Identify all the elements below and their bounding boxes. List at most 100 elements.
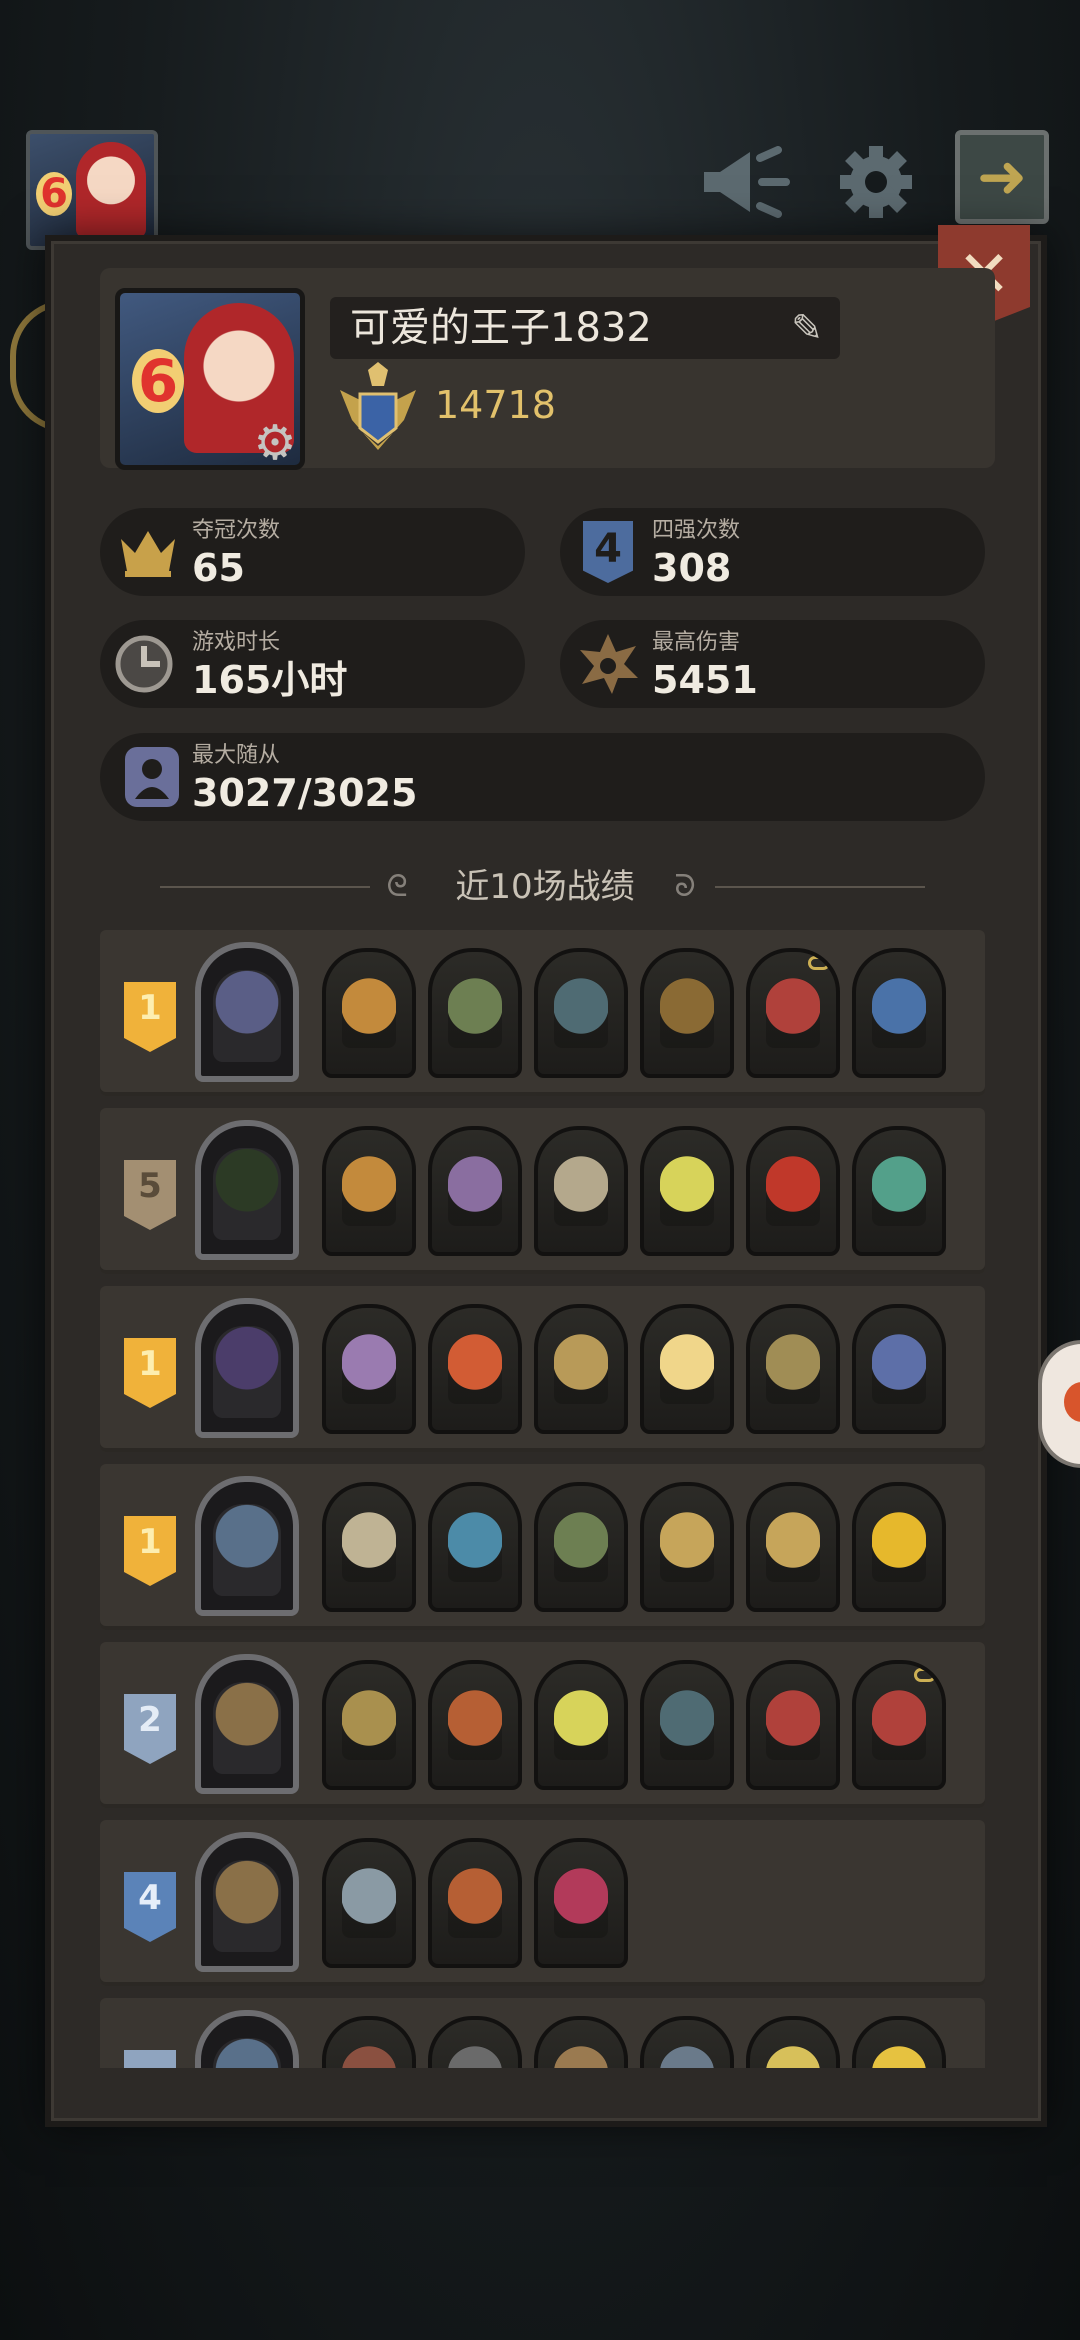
minion-figure <box>448 1512 502 1582</box>
minion-card[interactable] <box>746 948 840 1078</box>
match-row[interactable]: 1 <box>100 930 985 1096</box>
hero-portrait <box>195 1476 299 1616</box>
minion-card[interactable] <box>640 2016 734 2068</box>
minion-figure <box>872 978 926 1048</box>
horn-icon[interactable] <box>698 140 794 224</box>
golden-ring-icon <box>914 1668 936 1682</box>
minion-figure <box>342 1868 396 1938</box>
minion-card[interactable] <box>534 948 628 1078</box>
minion-card[interactable] <box>428 1660 522 1790</box>
minion-card[interactable] <box>534 1660 628 1790</box>
minion-figure <box>660 1334 714 1404</box>
stat-label: 最高伤害 <box>652 630 741 655</box>
match-row[interactable]: 4 <box>100 1820 985 1986</box>
minion-card[interactable] <box>640 948 734 1078</box>
minion-card[interactable] <box>322 1304 416 1434</box>
minion-card[interactable] <box>322 1660 416 1790</box>
stat-championships: 夺冠次数 65 <box>100 508 525 596</box>
minion-card[interactable] <box>322 1482 416 1612</box>
minion-card[interactable] <box>852 948 946 1078</box>
placement-badge: 1 <box>124 1516 176 1586</box>
match-history-list[interactable]: 1 5 1 1 2 4 <box>100 930 985 2068</box>
match-row[interactable]: 1 <box>100 1286 985 1452</box>
minion-figure <box>554 1156 608 1226</box>
minion-card[interactable] <box>428 1482 522 1612</box>
minion-figure <box>342 978 396 1048</box>
minion-card[interactable] <box>534 1482 628 1612</box>
exit-button[interactable]: ➜ <box>955 130 1049 224</box>
placement-badge <box>124 2050 176 2068</box>
hero-figure <box>213 1504 281 1596</box>
minion-card[interactable] <box>852 1126 946 1256</box>
minion-figure <box>448 1868 502 1938</box>
minion-figure <box>766 2046 820 2068</box>
top4-badge-icon: 4 <box>576 520 640 584</box>
minion-figure <box>554 2046 608 2068</box>
minion-card[interactable] <box>852 1660 946 1790</box>
minion-figure <box>660 978 714 1048</box>
stat-max-minions: 最大随从 3027/3025 <box>100 733 985 821</box>
minion-card[interactable] <box>534 1304 628 1434</box>
minion-card[interactable] <box>746 1482 840 1612</box>
minion-figure <box>872 1690 926 1760</box>
stat-value: 3027/3025 <box>192 771 418 815</box>
minion-card[interactable] <box>534 2016 628 2068</box>
minion-card[interactable] <box>746 1304 840 1434</box>
match-row[interactable]: 5 <box>100 1108 985 1274</box>
gear-icon[interactable] <box>828 140 924 224</box>
minion-card[interactable] <box>322 1838 416 1968</box>
hero-figure <box>213 1326 281 1418</box>
player-level-badge: 6 <box>36 172 72 216</box>
edit-pencil-icon[interactable]: ✎ <box>785 306 829 350</box>
avatar-settings-icon[interactable]: ⚙ <box>250 418 300 468</box>
minion-figure <box>554 1690 608 1760</box>
minion-card[interactable] <box>322 1126 416 1256</box>
minion-card[interactable] <box>746 2016 840 2068</box>
match-row[interactable] <box>100 1998 985 2068</box>
minion-card[interactable] <box>428 1304 522 1434</box>
placement-badge: 4 <box>124 1872 176 1942</box>
minion-card[interactable] <box>746 1660 840 1790</box>
minion-figure <box>554 978 608 1048</box>
stat-label: 游戏时长 <box>192 630 281 655</box>
minion-card[interactable] <box>746 1126 840 1256</box>
minion-card[interactable] <box>322 948 416 1078</box>
hero-portrait <box>195 942 299 1082</box>
minion-card[interactable] <box>322 2016 416 2068</box>
minion-card[interactable] <box>852 1482 946 1612</box>
minion-card[interactable] <box>428 1126 522 1256</box>
minion-card[interactable] <box>534 1838 628 1968</box>
minion-figure <box>448 978 502 1048</box>
hero-portrait <box>195 1832 299 1972</box>
rank-emblem-icon <box>330 360 426 452</box>
minion-card[interactable] <box>534 1126 628 1256</box>
minion-figure <box>342 1690 396 1760</box>
burst-icon <box>576 632 640 696</box>
minion-card[interactable] <box>640 1660 734 1790</box>
minion-card[interactable] <box>640 1304 734 1434</box>
match-row[interactable]: 2 <box>100 1642 985 1808</box>
minion-figure <box>872 1512 926 1582</box>
minion-card[interactable] <box>852 1304 946 1434</box>
minion-figure <box>554 1512 608 1582</box>
minion-card[interactable] <box>640 1482 734 1612</box>
minion-card[interactable] <box>640 1126 734 1256</box>
divider-line <box>715 886 925 888</box>
minion-card[interactable] <box>428 2016 522 2068</box>
player-avatar-button[interactable]: 6 <box>26 130 158 250</box>
clock-icon <box>112 632 176 696</box>
minion-card[interactable] <box>852 2016 946 2068</box>
avatar-portrait <box>76 142 146 238</box>
minion-figure <box>766 1690 820 1760</box>
minion-card[interactable] <box>428 1838 522 1968</box>
match-row[interactable]: 1 <box>100 1464 985 1630</box>
minion-figure <box>766 978 820 1048</box>
hero-portrait <box>195 1298 299 1438</box>
minion-figure <box>766 1334 820 1404</box>
stat-value: 5451 <box>652 658 758 702</box>
minion-figure <box>554 1334 608 1404</box>
minion-figure <box>872 2046 926 2068</box>
minion-card[interactable] <box>428 948 522 1078</box>
placement-badge: 5 <box>124 1160 176 1230</box>
divider-line <box>160 886 370 888</box>
